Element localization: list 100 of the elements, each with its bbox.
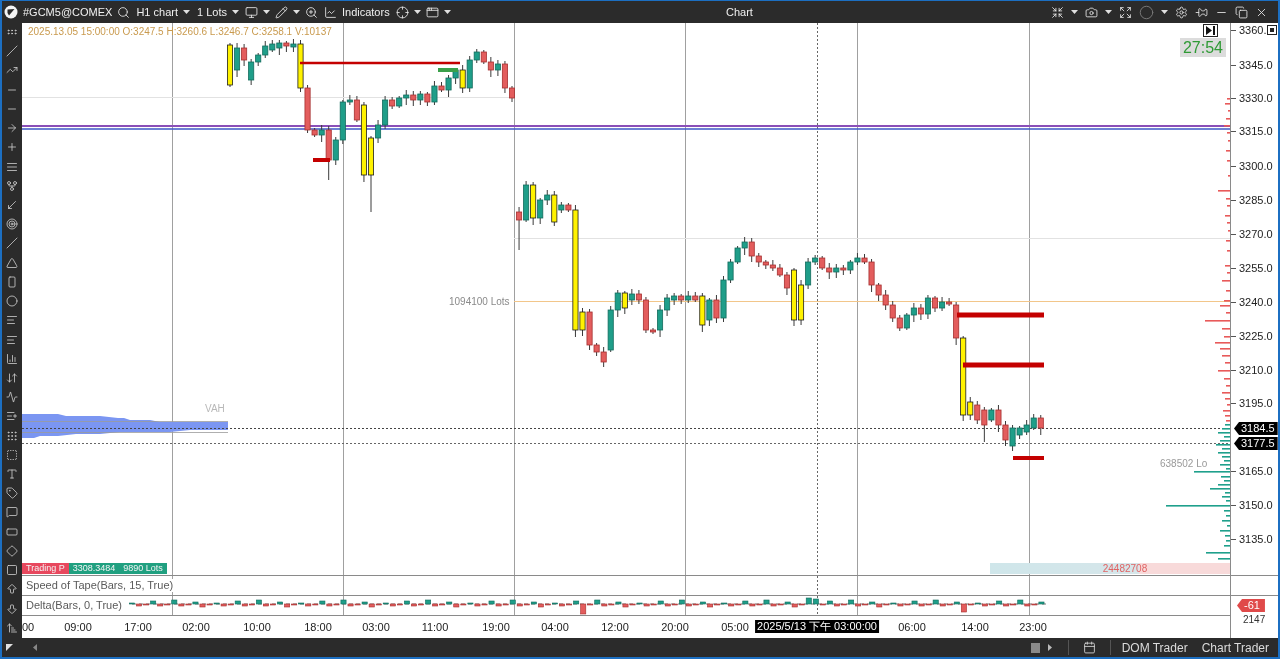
triangle-icon[interactable]	[6, 256, 18, 269]
plus-icon[interactable]	[6, 141, 18, 154]
camera-icon[interactable]	[1085, 5, 1098, 19]
legend-tag: 3308.3484	[68, 563, 120, 574]
down-arrow-icon[interactable]	[6, 602, 18, 615]
scroll-thumb[interactable]	[1030, 642, 1040, 653]
dashed-square-icon[interactable]	[6, 448, 18, 461]
price-axis-label: 3195.0	[1239, 397, 1273, 409]
scroll-right-icon[interactable]	[1047, 644, 1052, 651]
diagonal-line-icon[interactable]	[6, 237, 18, 250]
value-area-label: VAH	[205, 403, 225, 414]
time-axis-label: 10:00	[243, 621, 271, 633]
time-axis-label: 23:00	[1019, 621, 1047, 633]
status-tab-button[interactable]: DOM Trader	[1118, 640, 1191, 655]
calendar-icon[interactable]	[1082, 641, 1096, 654]
symbol-name[interactable]: #GCM5@COMEX	[23, 6, 113, 18]
price-axis-label: 3270.0	[1239, 228, 1273, 240]
status-tab-button[interactable]: Chart Trader	[1198, 640, 1272, 655]
scroll-left-icon[interactable]	[33, 644, 37, 651]
price-axis-label: 3240.0	[1239, 296, 1273, 308]
square-icon[interactable]	[6, 564, 18, 577]
arrow-right-icon[interactable]	[6, 122, 18, 135]
zoom-in-icon[interactable]	[304, 5, 318, 19]
shrink-icon[interactable]	[1051, 5, 1064, 19]
legend-tag: 9890 Lots	[119, 563, 167, 574]
pane-title: Delta(Bars, 0, True)	[26, 599, 122, 612]
caret-icon[interactable]	[262, 10, 270, 14]
pencil-icon[interactable]	[274, 5, 288, 19]
text-icon[interactable]	[6, 468, 18, 481]
speech-box-icon[interactable]	[6, 506, 18, 519]
panel-icon[interactable]	[1267, 25, 1277, 35]
time-axis-label: 11:00	[421, 621, 449, 633]
diamond-icon[interactable]	[6, 544, 18, 557]
circle-icon[interactable]	[1139, 4, 1154, 20]
time-axis-label: 06:00	[898, 621, 926, 633]
fork-icon[interactable]	[6, 179, 18, 192]
caret-icon[interactable]	[413, 10, 421, 14]
caret-icon[interactable]	[1105, 10, 1112, 14]
arrow-down-left-icon[interactable]	[6, 198, 18, 211]
skip-to-end-icon	[1206, 26, 1215, 35]
target-icon[interactable]	[6, 218, 18, 231]
caret-icon[interactable]	[183, 10, 190, 14]
current-price-label: 3177.5	[1234, 437, 1278, 450]
window-title: Chart	[726, 6, 753, 18]
price-axis-label: 3210.0	[1239, 364, 1273, 376]
grip-icon[interactable]	[6, 26, 18, 38]
rectangle-icon[interactable]	[6, 275, 18, 288]
price-axis-label: 3315.0	[1239, 125, 1273, 137]
dot-grid-icon[interactable]	[6, 429, 18, 442]
bar-timer: 27:54	[1179, 38, 1226, 57]
time-axis-label: 12:00	[601, 621, 629, 633]
sort-icon[interactable]	[6, 621, 18, 634]
quantity-dropdown[interactable]: 1 Lots	[196, 2, 240, 22]
caret-icon[interactable]	[292, 10, 300, 14]
rounded-rectangle-icon[interactable]	[6, 525, 18, 538]
caret-icon[interactable]	[1161, 10, 1168, 14]
timeframe-dropdown[interactable]: H1 chart	[135, 2, 191, 22]
corner-triangle-icon[interactable]	[6, 644, 13, 651]
caret-icon[interactable]	[443, 10, 451, 14]
volume-total: 24482708	[990, 563, 1230, 574]
up-arrow-icon[interactable]	[6, 583, 18, 596]
logo-icon	[4, 5, 18, 19]
lines-icon[interactable]	[6, 333, 18, 346]
current-price-label: 3184.5	[1234, 422, 1278, 435]
caret-icon[interactable]	[1071, 10, 1078, 14]
level-line	[1013, 456, 1044, 460]
tag-icon[interactable]	[6, 487, 18, 500]
time-axis-label: 20:00	[661, 621, 689, 633]
time-axis-label: 17:00	[124, 621, 152, 633]
delta-value-label: -61	[1237, 599, 1265, 612]
price-axis-label: 3150.0	[1239, 499, 1273, 511]
expand-icon[interactable]	[1119, 5, 1132, 19]
jump-to-latest-button[interactable]	[1203, 24, 1218, 37]
crosshair-icon[interactable]	[395, 5, 409, 19]
diagonal-line-icon[interactable]	[6, 45, 18, 58]
bar-info: 2025.13.05 15:00:00 O:3247.5 H:3260.6 L:3246.7 C:3258.1 V:10137	[28, 26, 332, 37]
lines-icon[interactable]	[6, 160, 18, 173]
restore-icon[interactable]	[1235, 5, 1248, 19]
price-axis-label: 3225.0	[1239, 330, 1273, 342]
indicators-button[interactable]: Indicators	[322, 2, 391, 22]
zigzag-icon[interactable]	[6, 391, 18, 404]
search-icon[interactable]	[117, 5, 131, 19]
price-axis-label: 3330.0	[1239, 92, 1273, 104]
settings-icon[interactable]	[1175, 5, 1188, 19]
column-chart-icon[interactable]	[6, 352, 18, 365]
pin-icon[interactable]	[1195, 5, 1208, 19]
time-axis-label: 03:00	[362, 621, 390, 633]
up-down-arrows-icon[interactable]	[6, 371, 18, 384]
time-axis-label: 19:00	[482, 621, 510, 633]
time-axis-label: 05:00	[721, 621, 749, 633]
line-chart-icon	[323, 5, 337, 19]
caret-icon[interactable]	[231, 10, 239, 14]
window-icon[interactable]	[425, 5, 439, 19]
time-axis-label: 04:00	[541, 621, 569, 633]
price-axis-label: 3135.0	[1239, 533, 1273, 545]
monitor-icon[interactable]	[244, 5, 258, 19]
list-plus-icon[interactable]	[6, 410, 18, 423]
legend-tag: Trading P	[22, 563, 69, 574]
lines-icon[interactable]	[6, 314, 18, 327]
delta-axis-label: 2147	[1243, 614, 1266, 625]
